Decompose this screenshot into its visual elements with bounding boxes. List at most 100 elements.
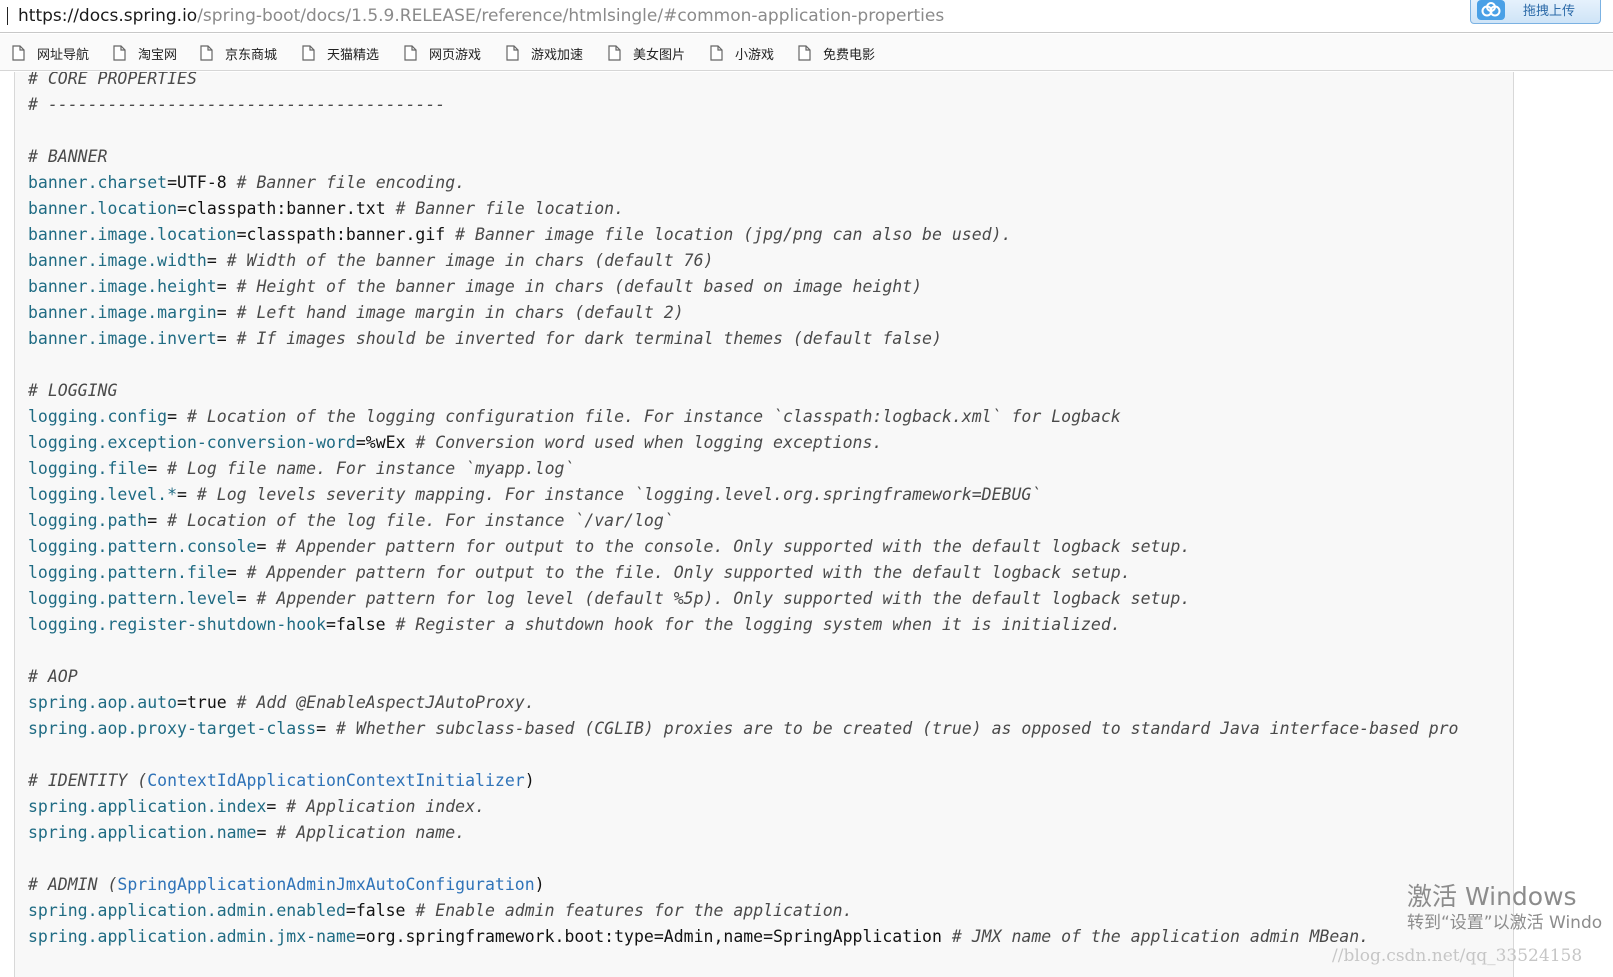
comment-text: # Conversion word used when logging exce… [415, 433, 883, 452]
property-key: spring.application.name [28, 823, 257, 842]
property-value: = [256, 823, 277, 842]
code-line: spring.aop.auto=true # Add @EnableAspect… [28, 690, 1459, 716]
drag-upload-button[interactable]: 拖拽上传 [1470, 0, 1601, 24]
property-key: banner.location [28, 199, 178, 218]
code-line: banner.location=classpath:banner.txt # B… [28, 196, 1459, 222]
comment-text: # LOGGING [28, 381, 118, 400]
property-key: spring.application.index [28, 797, 267, 816]
property-value: ) [524, 771, 535, 790]
property-value: =false [326, 615, 396, 634]
url-path: /spring-boot/docs/1.5.9.RELEASE/referenc… [197, 6, 945, 26]
code-line: banner.image.width= # Width of the banne… [28, 248, 1459, 274]
code-line: spring.application.admin.enabled=false #… [28, 898, 1459, 924]
code-line: logging.pattern.level= # Appender patter… [28, 586, 1459, 612]
address-bar[interactable]: https://docs.spring.io/spring-boot/docs/… [0, 0, 1613, 33]
bookmark-item[interactable]: 京东商城 [200, 43, 277, 63]
comment-text: # Enable admin features for the applicat… [415, 901, 853, 920]
comment-text: # ADMIN ( [28, 875, 118, 894]
url-host: https://docs.spring.io [18, 6, 198, 26]
bookmark-item[interactable]: 网址导航 [12, 43, 89, 63]
property-value: =org.springframework.boot:type=Admin,nam… [355, 927, 952, 946]
code-line: # --------------------------------------… [28, 92, 1459, 118]
property-key: banner.image.invert [28, 329, 217, 348]
page-icon [506, 45, 519, 61]
watermark-title: 激活 Windows [1407, 882, 1577, 911]
bookmark-item[interactable]: 天猫精选 [302, 43, 379, 63]
property-value: = [266, 797, 287, 816]
property-value: = [256, 537, 277, 556]
property-key: banner.image.width [28, 251, 207, 270]
bookmark-item[interactable]: 美女图片 [608, 43, 685, 63]
code-listing-panel: # CORE PROPERTIES # ---------------------… [14, 72, 1514, 977]
bookmark-item[interactable]: 免费电影 [798, 43, 875, 63]
property-key: logging.path [28, 511, 148, 530]
property-key: logging.pattern.file [28, 563, 227, 582]
page-icon [200, 45, 213, 61]
bookmark-label: 网址导航 [37, 47, 90, 63]
code-line: banner.image.invert= # If images should … [28, 326, 1459, 352]
code-line: logging.level.*= # Log levels severity m… [28, 482, 1459, 508]
code-line: # ADMIN (SpringApplicationAdminJmxAutoCo… [28, 872, 1459, 898]
property-key: spring.application.admin.jmx-name [28, 927, 356, 946]
bookmark-label: 美女图片 [633, 47, 686, 63]
blog-watermark: //blog.csdn.net/qq_33524158 [1332, 946, 1583, 966]
comment-text: # Log levels severity mapping. For insta… [196, 485, 1042, 504]
property-value: = [316, 719, 336, 738]
comment-text: # Register a shutdown hook for the loggi… [395, 615, 1121, 634]
code-line: banner.image.height= # Height of the ban… [28, 274, 1459, 300]
page-icon [113, 45, 126, 61]
code-line: # IDENTITY (ContextIdApplicationContextI… [28, 768, 1459, 794]
comment-text: # Banner file encoding. [236, 173, 466, 192]
comment-text: # Height of the banner image in chars (d… [236, 277, 923, 296]
code-line: logging.exception-conversion-word=%wEx #… [28, 430, 1459, 456]
property-value: = [216, 303, 237, 322]
page-icon [302, 45, 315, 61]
code-line: # BANNER [28, 144, 1459, 170]
bookmark-item[interactable]: 网页游戏 [404, 43, 481, 63]
property-value: = [167, 407, 187, 426]
bookmark-item[interactable]: 游戏加速 [506, 43, 583, 63]
property-value: = [147, 511, 168, 530]
property-value: =classpath:banner.txt [177, 199, 396, 218]
property-key: spring.aop.proxy-target-class [28, 719, 317, 738]
code-line: logging.file= # Log file name. For insta… [28, 456, 1459, 482]
class-link[interactable]: SpringApplicationAdminJmxAutoConfigurati… [117, 875, 534, 894]
code-line: # LOGGING [28, 378, 1459, 404]
bookmark-label: 淘宝网 [138, 47, 178, 63]
comment-text: # Appender pattern for output to the fil… [246, 563, 1131, 582]
property-value: = [216, 329, 237, 348]
property-value: =classpath:banner.gif [236, 225, 456, 244]
class-link[interactable]: ContextIdApplicationContextInitializer [147, 771, 525, 790]
bookmark-item[interactable]: 小游戏 [710, 43, 774, 63]
url-field[interactable]: https://docs.spring.io/spring-boot/docs/… [18, 5, 944, 27]
property-value: =UTF-8 [167, 173, 237, 192]
bookmark-label: 网页游戏 [429, 47, 482, 63]
watermark-subtitle: 转到“设置”以激活 Windo [1407, 913, 1603, 933]
comment-text: # Add @EnableAspectJAutoProxy. [236, 693, 535, 712]
upload-label: 拖拽上传 [1523, 4, 1576, 19]
bookmarks-bar: 网址导航 淘宝网 京东商城 天猫精选 网页游戏 游戏加速 美女图片 小游戏 免费… [0, 34, 1613, 71]
property-key: logging.config [28, 407, 168, 426]
code-line: spring.application.admin.jmx-name=org.sp… [28, 924, 1459, 950]
comment-text: # Location of the log file. For instance… [167, 511, 674, 530]
property-key: banner.image.location [28, 225, 237, 244]
code-line: logging.config= # Location of the loggin… [28, 404, 1459, 430]
code-line: spring.aop.proxy-target-class= # Whether… [28, 716, 1459, 742]
comment-text: # Log file name. For instance `myapp.log… [167, 459, 575, 478]
comment-text: # Whether subclass-based (CGLIB) proxies… [335, 719, 1459, 738]
property-key: banner.charset [28, 173, 168, 192]
property-value: = [236, 589, 257, 608]
bookmark-label: 京东商城 [225, 47, 278, 63]
code-line: logging.pattern.file= # Appender pattern… [28, 560, 1459, 586]
page-icon [710, 45, 723, 61]
comment-text: # --------------------------------------… [28, 95, 446, 114]
code-line: logging.path= # Location of the log file… [28, 508, 1459, 534]
windows-activation-watermark: 激活 Windows 转到“设置”以激活 Windo [1407, 882, 1602, 934]
bookmark-item[interactable]: 淘宝网 [113, 43, 177, 63]
property-key: spring.application.admin.enabled [28, 901, 346, 920]
property-key: logging.level.* [28, 485, 178, 504]
code-line: banner.charset=UTF-8 # Banner file encod… [28, 170, 1459, 196]
